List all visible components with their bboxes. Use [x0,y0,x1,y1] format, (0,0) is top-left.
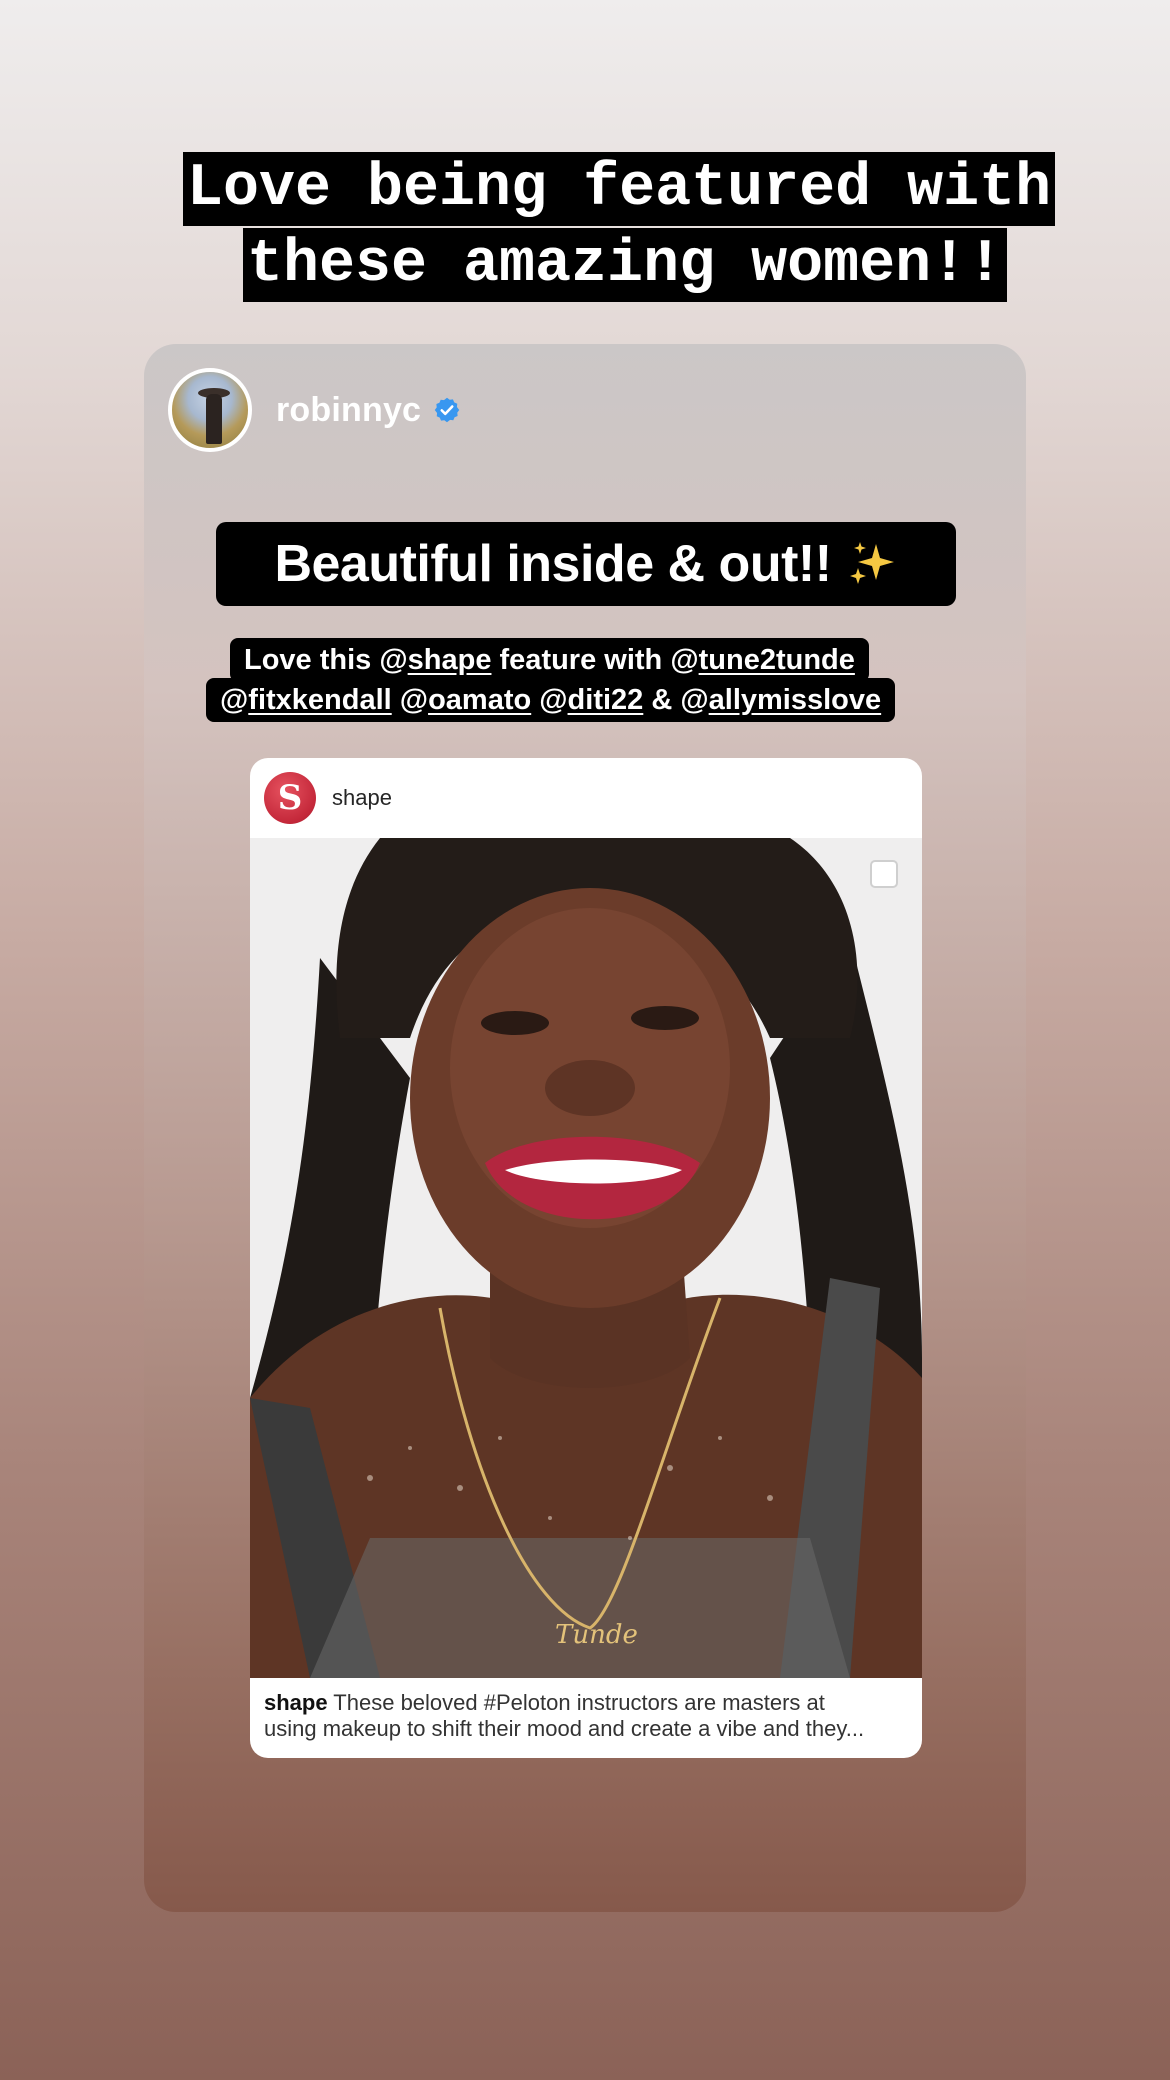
mention-shape[interactable]: shape [408,644,492,676]
embedded-post-header[interactable]: S shape [250,758,922,838]
desc-text: Love this @ [244,644,408,676]
necklace-text: Tunde [555,1620,638,1650]
description-line-2: @fitxkendall @oamato @diti22 & @allymiss… [206,678,896,722]
story-caption-line-1: Love being featured with [183,152,1056,226]
embedded-post[interactable]: S shape Tunde shape These beloved #Pelot… [250,758,922,1758]
embedded-post-photo[interactable]: Tunde [250,838,922,1678]
headline-banner: Beautiful inside & out!! [216,522,956,606]
sparkles-icon [849,542,894,584]
username[interactable]: robinnyc [276,391,421,430]
caption-handle[interactable]: shape [264,1690,328,1715]
mention-allymisslove[interactable]: allymisslove [709,684,882,716]
avatar[interactable] [168,368,252,452]
profile-row[interactable]: robinnyc [168,368,461,452]
embedded-post-caption: shape These beloved #Peloton instructors… [264,1690,914,1742]
desc-text: & @ [643,684,709,716]
desc-text: @ [391,684,429,716]
avatar-figure-shape [206,394,222,444]
mention-diti22[interactable]: diti22 [568,684,644,716]
headline-text: Beautiful inside & out!! [274,535,832,593]
caption-text-2: using makeup to shift their mood and cre… [264,1716,865,1741]
description-line-1: Love this @shape feature with @tune2tund… [230,638,869,682]
select-checkbox[interactable] [870,860,898,888]
caption-text-1: These beloved #Peloton instructors are m… [327,1690,825,1715]
desc-text: @ [220,684,249,716]
desc-text: @ [531,684,568,716]
mention-tune2tunde[interactable]: tune2tunde [699,644,855,676]
story-caption-line-2: these amazing women!! [243,228,1008,302]
shape-logo-icon[interactable]: S [264,772,316,824]
verified-badge-icon [434,397,460,423]
mention-oamato[interactable]: oamato [428,684,531,716]
embedded-post-handle[interactable]: shape [332,785,392,811]
mention-fitxkendall[interactable]: fitxkendall [248,684,391,716]
desc-text: feature with @ [491,644,699,676]
portrait-illustration: Tunde [250,838,922,1678]
shared-post-card[interactable]: robinnyc Beautiful inside & out!! Love t… [144,344,1026,1912]
